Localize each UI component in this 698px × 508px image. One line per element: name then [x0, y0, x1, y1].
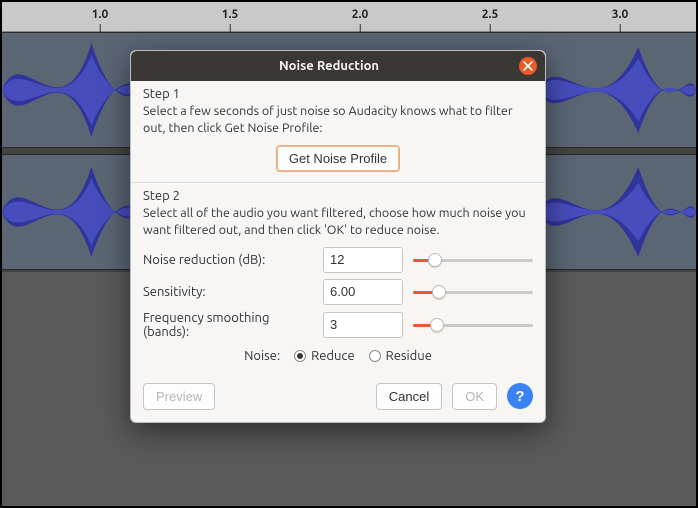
- noise-reduction-label: Noise reduction (dB):: [143, 253, 313, 267]
- noise-mode-row: Noise: Reduce Residue: [143, 349, 533, 363]
- ruler-tick: 2.0: [352, 8, 369, 21]
- sensitivity-label: Sensitivity:: [143, 285, 313, 299]
- step2-section: Step 2 Select all of the audio you want …: [131, 183, 545, 373]
- radio-residue-label: Residue: [386, 349, 432, 363]
- freq-smoothing-label: Frequency smoothing (bands):: [143, 311, 313, 339]
- close-button[interactable]: [519, 57, 537, 75]
- ruler-tick: 1.0: [92, 8, 109, 21]
- ruler-tick: 3.0: [612, 8, 629, 21]
- ruler-tick: 1.5: [222, 8, 239, 21]
- ok-button[interactable]: OK: [452, 383, 497, 410]
- ruler-tick: 2.5: [482, 8, 499, 21]
- sensitivity-slider[interactable]: [413, 282, 533, 302]
- noise-reduction-row: Noise reduction (dB):: [143, 247, 533, 273]
- noise-reduction-input[interactable]: [323, 247, 403, 273]
- dialog-titlebar[interactable]: Noise Reduction: [131, 51, 545, 81]
- step2-heading: Step 2: [143, 189, 533, 203]
- timeline-ruler[interactable]: 1.0 1.5 2.0 2.5 3.0: [2, 2, 696, 32]
- sensitivity-row: Sensitivity:: [143, 279, 533, 305]
- noise-reduction-slider[interactable]: [413, 250, 533, 270]
- step1-heading: Step 1: [143, 87, 533, 101]
- cancel-button[interactable]: Cancel: [376, 383, 442, 410]
- freq-smoothing-slider[interactable]: [413, 315, 533, 335]
- freq-smoothing-input[interactable]: [323, 312, 403, 338]
- dialog-footer: Preview Cancel OK ?: [131, 373, 545, 422]
- step1-description: Select a few seconds of just noise so Au…: [143, 103, 533, 137]
- radio-icon: [369, 350, 381, 362]
- radio-icon: [294, 350, 306, 362]
- sensitivity-input[interactable]: [323, 279, 403, 305]
- freq-smoothing-row: Frequency smoothing (bands):: [143, 311, 533, 339]
- radio-residue[interactable]: Residue: [369, 349, 432, 363]
- preview-button[interactable]: Preview: [143, 383, 215, 410]
- get-noise-profile-button[interactable]: Get Noise Profile: [276, 145, 400, 172]
- radio-reduce-label: Reduce: [311, 349, 354, 363]
- radio-reduce[interactable]: Reduce: [294, 349, 354, 363]
- close-icon: [523, 61, 533, 71]
- dialog-title: Noise Reduction: [139, 59, 519, 73]
- noise-mode-label: Noise:: [244, 349, 280, 363]
- step2-description: Select all of the audio you want filtere…: [143, 205, 533, 239]
- step1-section: Step 1 Select a few seconds of just nois…: [131, 81, 545, 182]
- noise-reduction-dialog: Noise Reduction Step 1 Select a few seco…: [130, 50, 546, 423]
- help-button[interactable]: ?: [507, 383, 533, 409]
